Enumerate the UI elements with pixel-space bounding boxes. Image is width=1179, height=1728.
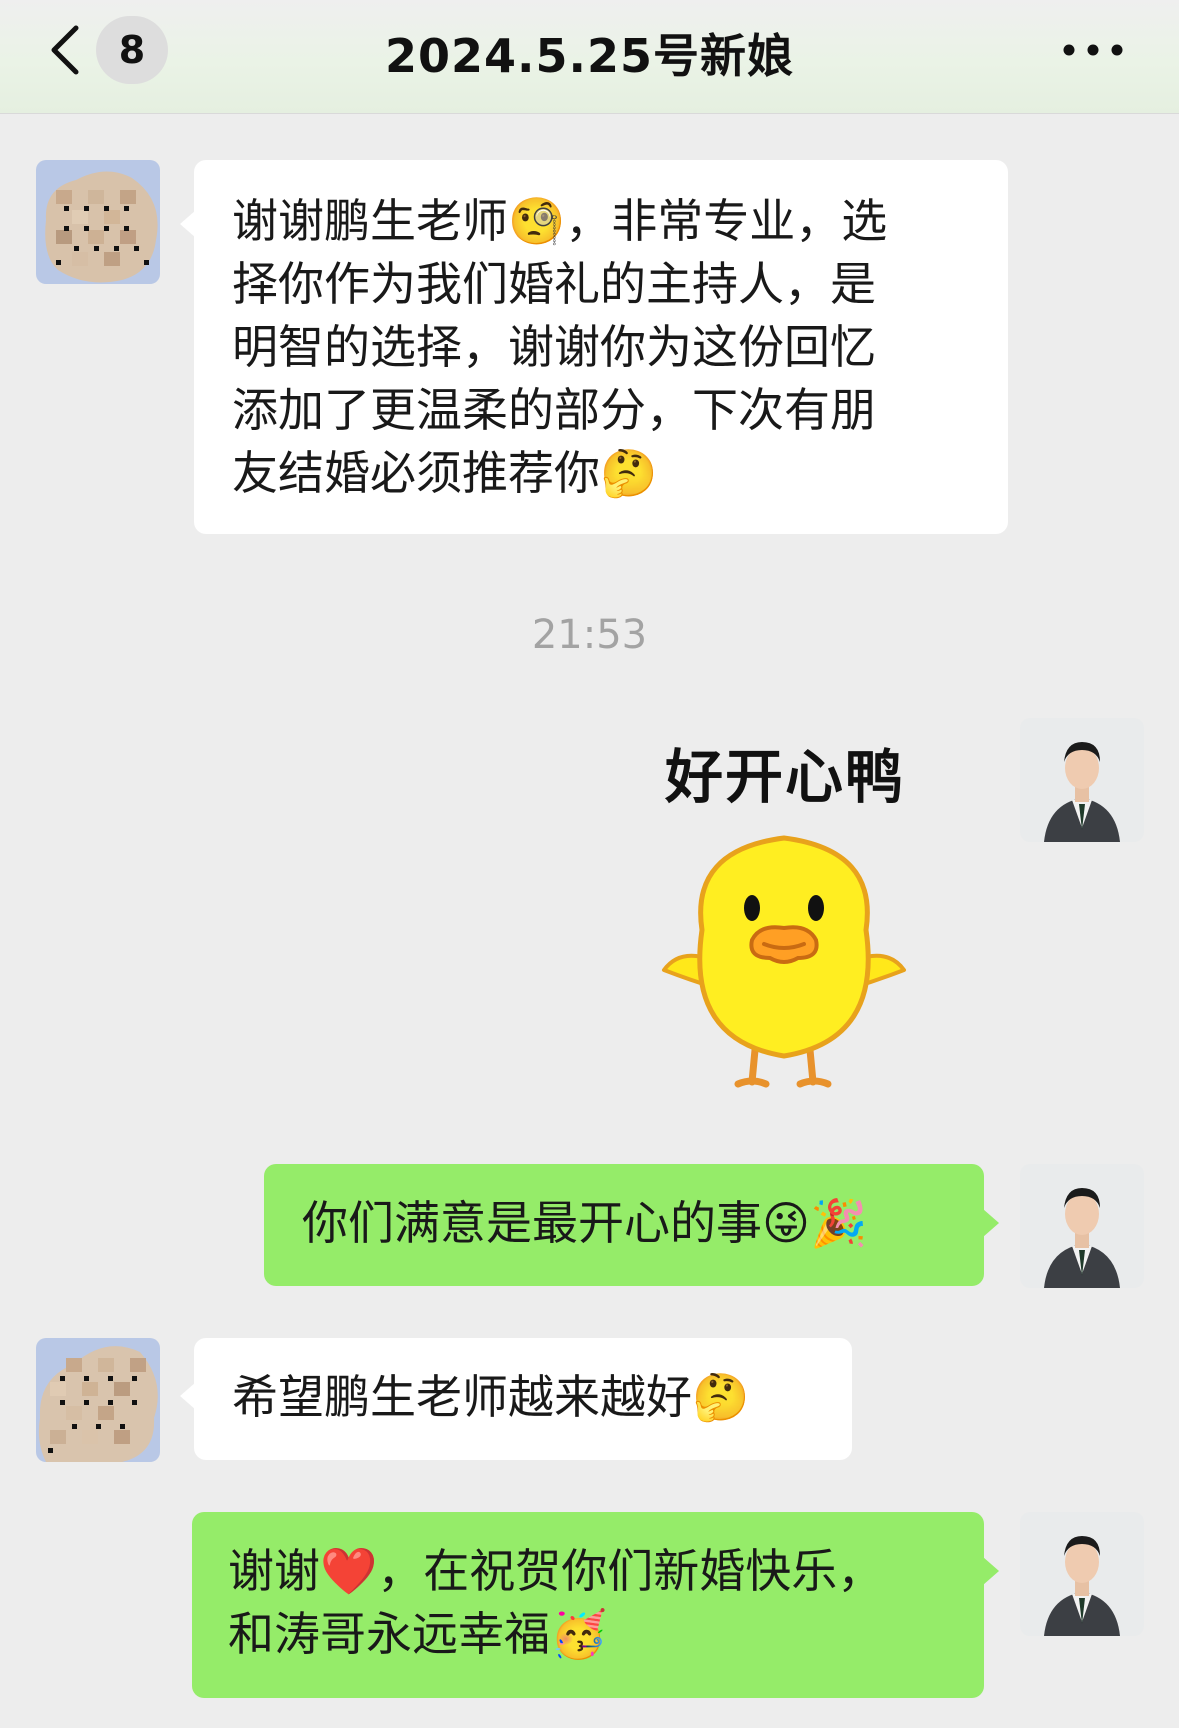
chat-title: 2024.5.25号新娘 bbox=[385, 29, 794, 83]
bride-avatar[interactable] bbox=[36, 1338, 160, 1462]
outgoing-message-bubble[interactable]: 谢谢❤️，在祝贺你们新婚快乐， 和涛哥永远幸福🥳 bbox=[192, 1512, 999, 1698]
message-line: 和涛哥永远幸福🥳 bbox=[228, 1607, 608, 1661]
mosaic-avatar bbox=[36, 1338, 160, 1462]
host-avatar[interactable] bbox=[1020, 1512, 1144, 1636]
host-avatar[interactable] bbox=[1020, 1164, 1144, 1288]
message-line: 你们满意是最开心的事😜🎉 bbox=[302, 1196, 868, 1250]
message-line: 谢谢❤️，在祝贺你们新婚快乐， bbox=[228, 1544, 884, 1598]
suit-man-avatar bbox=[1020, 1512, 1144, 1636]
outgoing-message-bubble[interactable]: 你们满意是最开心的事😜🎉 bbox=[264, 1164, 999, 1286]
message-line: 谢谢鹏生老师🧐，非常专业，选 bbox=[232, 194, 888, 248]
more-button[interactable] bbox=[1061, 38, 1125, 62]
message-line: 希望鹏生老师越来越好🤔 bbox=[232, 1370, 750, 1424]
message-line: 择你作为我们婚礼的主持人，是 bbox=[232, 257, 876, 311]
message-line: 添加了更温柔的部分，下次有朋 bbox=[232, 383, 876, 437]
chat-header: 8 2024.5.25号新娘 bbox=[0, 0, 1179, 114]
bride-avatar[interactable] bbox=[36, 160, 160, 284]
sticker-caption: 好开心鸭 bbox=[664, 743, 905, 811]
suit-man-avatar bbox=[1020, 718, 1144, 842]
message-timestamp: 21:53 bbox=[531, 612, 648, 658]
incoming-message-bubble[interactable]: 谢谢鹏生老师🧐，非常专业，选 择你作为我们婚礼的主持人，是 明智的选择，谢谢你为… bbox=[180, 160, 1008, 534]
message-line: 友结婚必须推荐你🤔 bbox=[232, 446, 658, 500]
sticker-message[interactable]: 好开心鸭 bbox=[640, 730, 930, 1100]
mosaic-avatar bbox=[36, 160, 160, 284]
more-dots-icon bbox=[1063, 44, 1123, 56]
host-avatar[interactable] bbox=[1020, 718, 1144, 842]
suit-man-avatar bbox=[1020, 1164, 1144, 1288]
duckling-sticker-icon bbox=[662, 835, 906, 1088]
incoming-message-bubble[interactable]: 希望鹏生老师越来越好🤔 bbox=[180, 1338, 852, 1460]
message-line: 明智的选择，谢谢你为这份回忆 bbox=[232, 320, 876, 374]
